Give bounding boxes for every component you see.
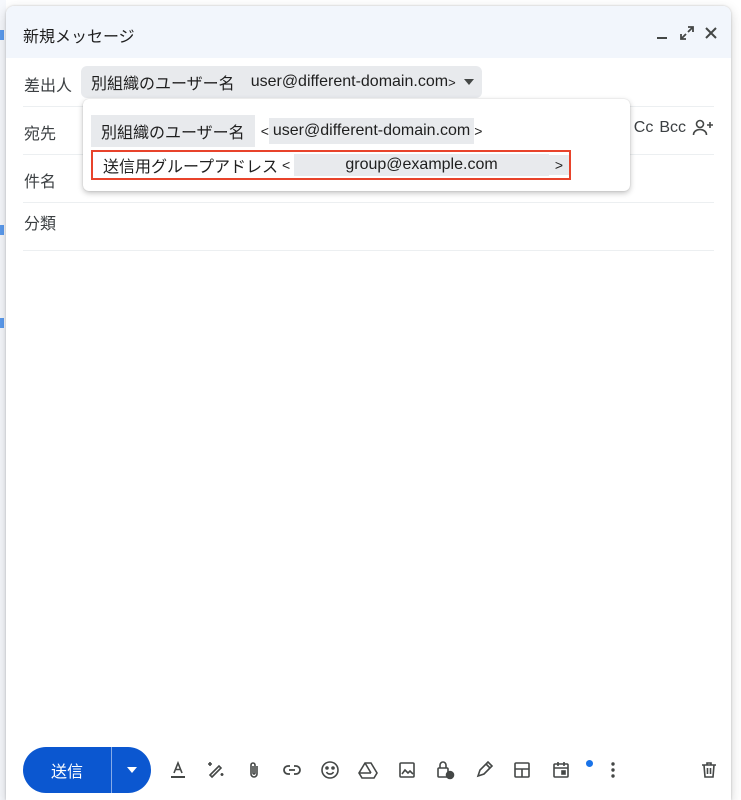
minimize-icon[interactable] [653,24,671,42]
send-button-group: 送信 [23,747,151,793]
image-icon[interactable] [396,759,418,781]
category-row[interactable]: 分類 [23,202,714,251]
to-label: 宛先 [24,126,57,143]
layout-icon[interactable] [511,759,533,781]
page-edge-mark [0,318,4,328]
option-close-bracket: > [474,123,483,139]
option-name: 別組織のユーザー名 [91,115,255,147]
from-dropdown: 別組織のユーザー名 < user@different-domain.com > … [83,99,630,191]
person-add-icon[interactable] [692,118,714,138]
ai-assist-icon[interactable] [205,759,227,781]
from-suffix: > [448,74,456,90]
from-selector[interactable]: 別組織のユーザー名 user@different-domain.com > [81,66,482,98]
compose-window: 新規メッセージ 差出人 別組織のユーザー名 user@different-dom… [6,6,731,800]
emoji-icon[interactable] [319,759,341,781]
page-edge-mark [0,30,4,40]
compose-title: 新規メッセージ [23,29,135,46]
send-options-caret-icon[interactable] [112,767,151,773]
cc-button[interactable]: Cc [634,119,654,137]
subject-label: 件名 [24,174,57,191]
from-selected-address: user@different-domain.com [250,73,449,90]
drive-icon[interactable] [357,759,379,781]
attach-icon[interactable] [243,759,265,781]
confidential-lock-icon[interactable] [434,759,456,781]
option-address: user@different-domain.com [268,118,475,144]
option-address: group@example.com [294,154,549,176]
format-text-icon[interactable] [167,759,189,781]
schedule-calendar-icon[interactable] [550,759,572,781]
from-selected-name: 別組織のユーザー名 [91,76,235,93]
bcc-button[interactable]: Bcc [659,119,686,137]
option-name: 送信用グループアドレス [103,159,279,176]
option-open-bracket: < [282,157,291,173]
link-icon[interactable] [281,759,303,781]
from-option-different-domain[interactable]: 別組織のユーザー名 < user@different-domain.com > [91,115,482,147]
page-edge-mark [0,225,4,235]
send-button[interactable]: 送信 [23,758,111,782]
category-label: 分類 [24,216,57,233]
from-option-group-address[interactable]: 送信用グループアドレス < group@example.com > [91,150,571,180]
delete-trash-icon[interactable] [698,759,720,781]
option-close-bracket: > [548,155,569,175]
signature-pen-icon[interactable] [473,759,495,781]
close-icon[interactable] [702,24,720,42]
option-open-bracket: < [260,123,269,139]
notification-dot [586,760,593,767]
compose-header[interactable]: 新規メッセージ [6,6,731,58]
from-label: 差出人 [24,78,73,95]
caret-down-icon[interactable] [463,79,474,85]
expand-icon[interactable] [678,24,696,42]
recipient-options: Cc Bcc [634,118,714,138]
compose-toolbar: 送信 [23,747,731,793]
more-options-icon[interactable] [602,759,624,781]
